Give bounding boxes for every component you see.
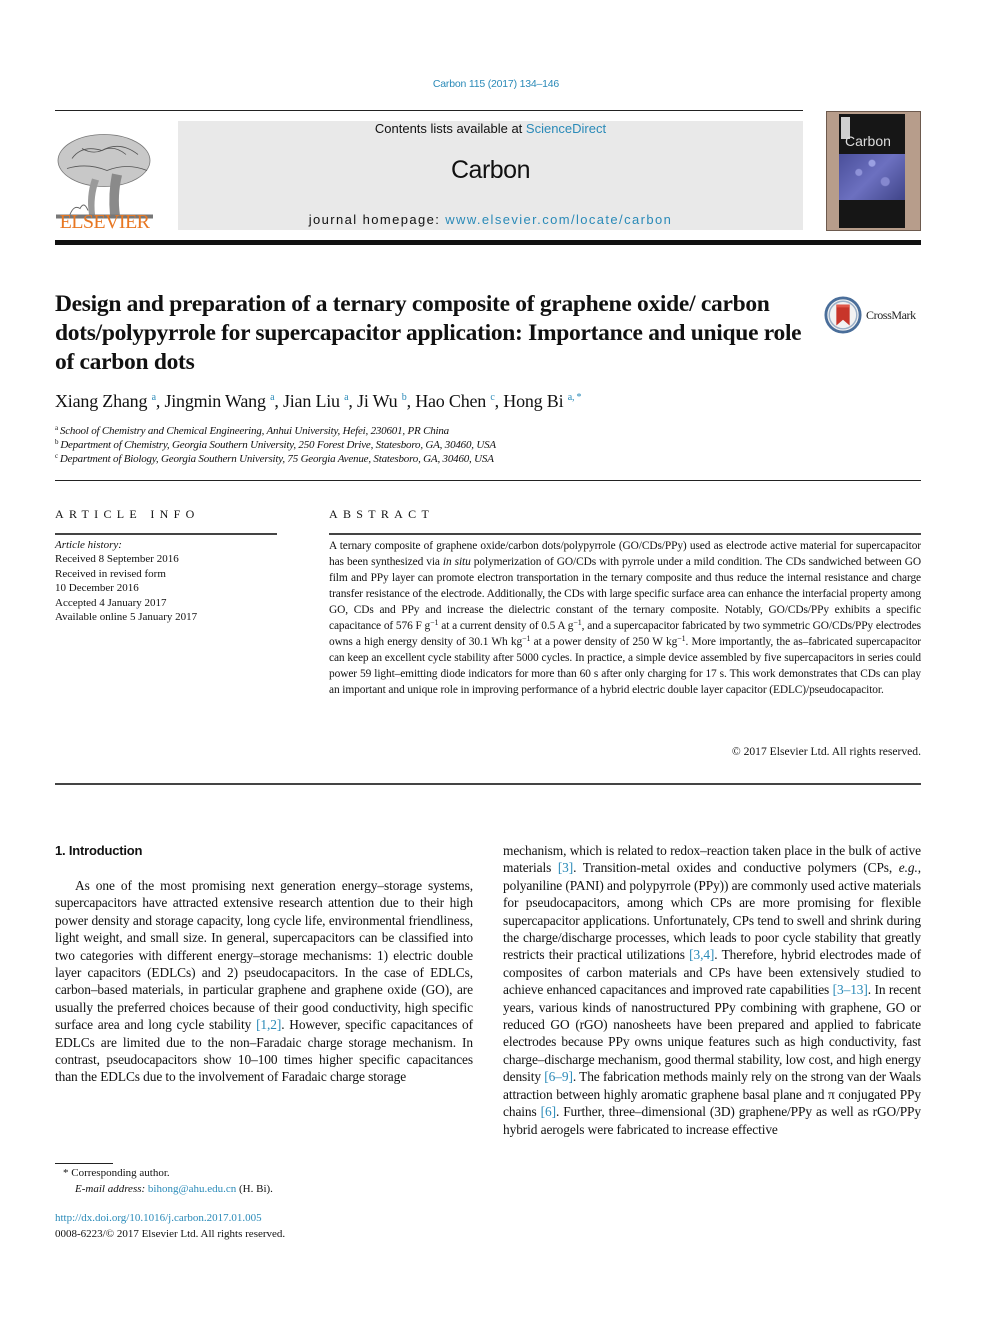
footnote-rule (55, 1163, 113, 1164)
history-item: 10 December 2016 (55, 582, 139, 595)
affiliation-marker[interactable]: a (152, 392, 156, 403)
homepage-link[interactable]: www.elsevier.com/locate/carbon (445, 212, 672, 227)
author-name[interactable]: Jingmin Wang (164, 391, 266, 411)
unit-exponent: −1 (573, 618, 582, 627)
abstract-italic: in situ (442, 556, 471, 568)
article-title: Design and preparation of a ternary comp… (55, 291, 802, 375)
reference-link[interactable]: [3,4] (689, 947, 714, 962)
crossmark-button[interactable]: CrossMark (824, 296, 916, 334)
abstract-rule (329, 533, 921, 535)
email-line: E-mail address: bihong@ahu.edu.cn (H. Bi… (55, 1181, 273, 1197)
history-item: Received in revised form (55, 567, 166, 580)
history-label: Article history: (55, 539, 122, 551)
history-item: Accepted 4 January 2017 (55, 596, 167, 609)
body-column-left: As one of the most promising next genera… (55, 877, 473, 1086)
author-name[interactable]: Hong Bi (503, 391, 563, 411)
email-suffix: (H. Bi). (236, 1183, 273, 1195)
cover-dark-panel: Carbon (839, 114, 905, 228)
journal-name: Carbon (451, 156, 531, 184)
abstract-heading: ABSTRACT (329, 507, 435, 521)
history-item: Received 8 September 2016 (55, 553, 179, 566)
cover-title: Carbon (845, 133, 891, 149)
affiliation-text: Department of Biology, Georgia Southern … (59, 453, 494, 465)
affiliation-a: a School of Chemistry and Chemical Engine… (55, 424, 449, 437)
affiliation-marker[interactable]: a (344, 392, 348, 403)
affiliation-marker[interactable]: c (490, 392, 494, 403)
body-column-right: mechanism, which is related to redox–rea… (503, 842, 921, 1138)
journal-citation-link[interactable]: Carbon 115 (2017) 134–146 (0, 78, 992, 90)
affiliation-key: b (55, 438, 59, 446)
body-text: . Transition-metal oxides and conductive… (573, 860, 899, 876)
section-divider (55, 480, 921, 481)
author-name[interactable]: Xiang Zhang (55, 391, 147, 411)
author-name[interactable]: Ji Wu (357, 391, 398, 411)
introduction-heading: 1. Introduction (55, 843, 143, 858)
history-item: Available online 5 January 2017 (55, 611, 198, 624)
sciencedirect-link[interactable]: ScienceDirect (526, 121, 606, 136)
reference-link[interactable]: [6–9] (544, 1069, 573, 1084)
section-divider (55, 783, 921, 785)
doi-link[interactable]: http://dx.doi.org/10.1016/j.carbon.2017.… (55, 1212, 262, 1224)
body-text: As one of the most promising next genera… (55, 878, 473, 1033)
contents-line: Contents lists available at ScienceDirec… (178, 121, 803, 136)
affiliation-key: c (55, 452, 58, 460)
article-info-rule (55, 533, 277, 535)
unit-exponent: −1 (677, 634, 686, 643)
header-top-rule (55, 110, 803, 111)
reference-link[interactable]: [3] (558, 860, 573, 875)
publisher-name: ELSEVIER (59, 211, 150, 233)
article-info-heading: ARTICLE INFO (55, 507, 200, 521)
abstract-segment: at a power density of 250 W kg (530, 636, 678, 648)
affiliation-b: b Department of Chemistry, Georgia Southe… (55, 438, 496, 451)
affiliation-marker[interactable]: b (402, 392, 407, 403)
reference-link[interactable]: [6] (541, 1104, 556, 1119)
body-italic: e.g. (898, 860, 918, 876)
email-link[interactable]: bihong@ahu.edu.cn (148, 1183, 236, 1195)
header-thick-rule (55, 240, 921, 245)
affiliation-text: Department of Chemistry, Georgia Souther… (60, 439, 496, 451)
author-name[interactable]: Hao Chen (415, 391, 486, 411)
affiliation-marker[interactable]: a, * (568, 392, 582, 403)
email-label: E-mail address: (75, 1183, 148, 1195)
crossmark-icon (824, 296, 862, 334)
affiliation-c: c Department of Biology, Georgia Southern… (55, 452, 494, 465)
homepage-prefix: journal homepage: (308, 212, 446, 227)
abstract-copyright: © 2017 Elsevier Ltd. All rights reserved… (731, 745, 921, 758)
author-name[interactable]: Jian Liu (283, 391, 340, 411)
author-list: Xiang Zhang a, Jingmin Wang a, Jian Liu … (55, 391, 582, 411)
abstract-segment: at a current density of 0.5 A g (438, 620, 574, 632)
affiliation-key: a (55, 424, 58, 432)
cover-sem-image (839, 154, 905, 200)
reference-link[interactable]: [1,2] (256, 1017, 281, 1032)
issn-copyright: 0008-6223/© 2017 Elsevier Ltd. All right… (55, 1227, 286, 1240)
affiliation-marker[interactable]: a (270, 392, 274, 403)
corresponding-author-note: * Corresponding author. (63, 1167, 170, 1179)
crossmark-label: CrossMark (866, 307, 916, 322)
affiliation-text: School of Chemistry and Chemical Enginee… (59, 425, 449, 437)
journal-homepage-line: journal homepage: www.elsevier.com/locat… (178, 212, 803, 227)
body-text: . Further, three–dimensional (3D) graphe… (503, 1104, 921, 1137)
doi-block: http://dx.doi.org/10.1016/j.carbon.2017.… (55, 1211, 285, 1242)
abstract-text: A ternary composite of graphene oxide/ca… (329, 538, 921, 698)
footnote: * Corresponding author. E-mail address: … (55, 1165, 273, 1197)
article-history: Article history: Received 8 September 20… (55, 538, 197, 624)
journal-cover-thumbnail[interactable]: Carbon (826, 111, 921, 231)
reference-link[interactable]: [3–13] (833, 982, 868, 997)
contents-prefix: Contents lists available at (374, 121, 526, 136)
